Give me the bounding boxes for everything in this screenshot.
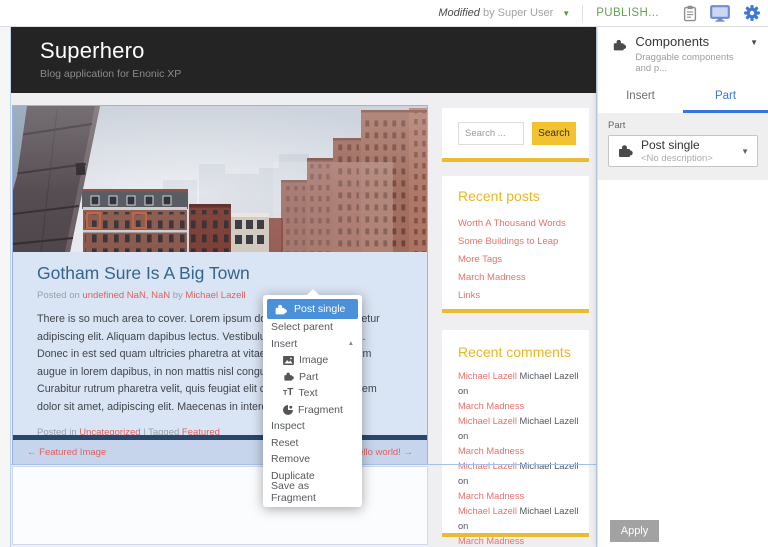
search-button[interactable]: Search — [532, 122, 576, 145]
menu-item-insert-part[interactable]: Part — [267, 369, 358, 386]
dropdown-caret-icon[interactable]: ▼ — [741, 147, 749, 156]
blog-sidebar: Search Recent posts Worth A Thousand Wor… — [442, 108, 589, 546]
comment-author-link[interactable]: Michael Lazell — [458, 461, 517, 471]
inspector-title: Components — [635, 34, 710, 49]
menu-item-remove[interactable]: Remove — [267, 451, 358, 468]
part-selector-dropdown[interactable]: Post single <No description> ▼ — [608, 135, 758, 167]
recent-comments-title: Recent comments — [458, 344, 571, 360]
preview-monitor-icon[interactable] — [710, 4, 730, 22]
search-input[interactable] — [458, 122, 524, 145]
list-item: Links — [458, 286, 579, 304]
recent-comments-widget: Recent comments Michael Lazell Michael L… — [442, 330, 589, 546]
inspector-header: Components Draggable components and p...… — [598, 27, 768, 76]
search-widget: Search — [442, 108, 589, 162]
components-puzzle-icon — [613, 39, 627, 51]
menu-item-label: Image — [299, 354, 329, 367]
site-tagline: Blog application for Enonic XP — [40, 68, 182, 80]
menu-item-insert[interactable]: Insert ▲ — [267, 336, 358, 353]
footer-region-placeholder[interactable] — [12, 466, 428, 545]
menu-item-label: Insert — [271, 337, 298, 350]
inspector-subtitle: Draggable components and p... — [635, 52, 734, 74]
menu-item-label: Save as Fragment — [271, 480, 316, 505]
recent-post-link[interactable]: Links — [458, 290, 480, 301]
post-featured-image — [13, 106, 427, 252]
recent-posts-widget: Recent posts Worth A Thousand Words Some… — [442, 176, 589, 313]
comment-author-link[interactable]: Michael Lazell — [458, 506, 517, 516]
by-label: by — [170, 290, 186, 301]
menu-item-label: Remove — [271, 453, 311, 466]
list-item: March Madness — [458, 268, 579, 286]
part-puzzle-icon — [275, 304, 287, 314]
top-toolbar: Modified by Super User ▼ PUBLISH... — [0, 0, 768, 27]
comment-author-link[interactable]: Michael Lazell — [458, 371, 517, 381]
apply-button[interactable]: Apply — [610, 520, 659, 542]
collapse-icon[interactable]: ▲ — [348, 340, 354, 347]
inspector-tabs: Insert Part — [598, 84, 768, 113]
post-author-link[interactable]: Michael Lazell — [185, 290, 245, 301]
menu-item-save-as-fragment[interactable]: Save as Fragment — [267, 480, 358, 504]
tab-insert[interactable]: Insert — [598, 84, 683, 113]
tab-part[interactable]: Part — [683, 84, 768, 113]
list-item: Some Buildings to Leap — [458, 232, 579, 250]
clipboard-icon[interactable] — [683, 5, 697, 22]
post-single-part[interactable]: Gotham Sure Is A Big Town Posted on unde… — [12, 105, 428, 465]
recent-post-link[interactable]: Some Buildings to Leap — [458, 236, 558, 247]
part-field-label: Part — [608, 120, 626, 131]
recent-post-link[interactable]: Worth A Thousand Words — [458, 218, 566, 229]
comment-post-link[interactable]: March Madness — [458, 491, 524, 501]
menu-item-label: Inspect — [271, 420, 305, 433]
status-modified-label: Modified — [438, 7, 480, 19]
status-dropdown-caret-icon[interactable]: ▼ — [562, 9, 570, 18]
part-form-section: Part Post single <No description> ▼ — [598, 113, 768, 180]
settings-gear-icon[interactable] — [743, 4, 761, 22]
image-icon — [283, 355, 294, 365]
components-inspector-panel: Components Draggable components and p...… — [598, 27, 768, 547]
component-context-menu: Post single Select parent Insert ▲ Image… — [263, 289, 362, 507]
publish-button[interactable]: PUBLISH... — [596, 7, 659, 19]
menu-item-inspect[interactable]: Inspect — [267, 418, 358, 435]
menu-item-insert-fragment[interactable]: Fragment — [267, 402, 358, 419]
recent-post-link[interactable]: March Madness — [458, 272, 526, 283]
comment-item: Michael Lazell Michael Lazell on March M… — [458, 369, 579, 414]
prev-post-link[interactable]: ← Featured Image — [27, 447, 106, 458]
list-item: More Tags — [458, 250, 579, 268]
list-item: Worth A Thousand Words — [458, 214, 579, 232]
menu-item-select-parent[interactable]: Select parent — [267, 319, 358, 336]
panel-collapse-caret-icon[interactable]: ▼ — [750, 38, 758, 47]
context-menu-title: Post single — [294, 303, 346, 315]
fragment-icon — [283, 404, 293, 415]
part-puzzle-icon — [619, 145, 633, 157]
content-status: Modified by Super User — [438, 7, 553, 19]
menu-item-insert-image[interactable]: Image — [267, 352, 358, 369]
comment-post-link[interactable]: March Madness — [458, 536, 524, 546]
recent-posts-title: Recent posts — [458, 188, 540, 204]
selected-part-description: <No description> — [641, 153, 713, 164]
post-title[interactable]: Gotham Sure Is A Big Town — [37, 263, 403, 284]
recent-post-link[interactable]: More Tags — [458, 254, 502, 265]
site-header: Superhero Blog application for Enonic XP — [11, 27, 596, 93]
menu-item-label: Fragment — [298, 403, 343, 416]
context-menu-header[interactable]: Post single — [267, 299, 358, 319]
menu-item-label: Reset — [271, 436, 299, 449]
site-title: Superhero — [40, 38, 145, 63]
status-author-label: by Super User — [479, 7, 554, 19]
comment-post-link[interactable]: March Madness — [458, 446, 524, 456]
menu-item-label: Text — [298, 387, 318, 400]
menu-item-label: Part — [299, 370, 319, 383]
part-puzzle-icon — [283, 371, 294, 382]
comment-item: Michael Lazell Michael Lazell on March M… — [458, 459, 579, 504]
menu-item-label: Select parent — [271, 321, 333, 334]
text-icon: TT — [283, 387, 294, 399]
post-date-link[interactable]: undefined NaN, NaN — [82, 290, 170, 301]
comment-item: Michael Lazell Michael Lazell on March M… — [458, 504, 579, 547]
posted-on-label: Posted on — [37, 290, 83, 301]
menu-item-insert-text[interactable]: TT Text — [267, 385, 358, 402]
comment-item: Michael Lazell Michael Lazell on March M… — [458, 414, 579, 459]
selected-part-name: Post single — [641, 138, 700, 152]
post-pagination: ← Featured Image Hello world! → — [13, 440, 427, 464]
menu-item-reset[interactable]: Reset — [267, 435, 358, 452]
comment-post-link[interactable]: March Madness — [458, 401, 524, 411]
toolbar-divider — [582, 4, 584, 22]
comment-author-link[interactable]: Michael Lazell — [458, 416, 517, 426]
